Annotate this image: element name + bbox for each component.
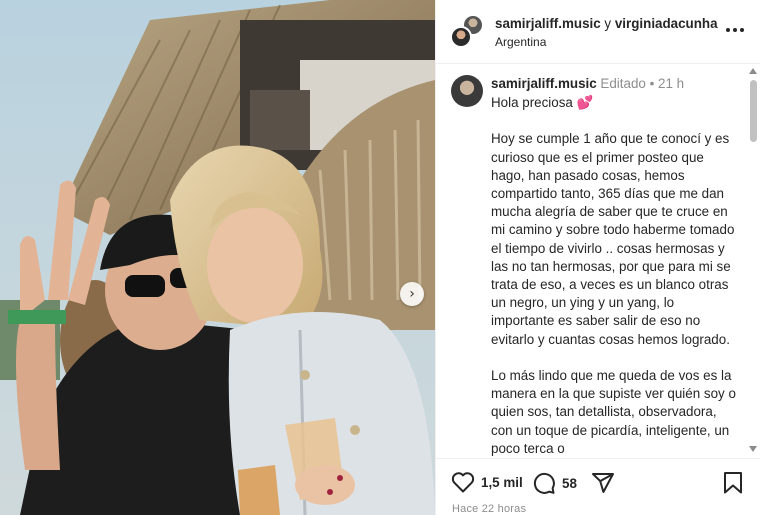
caption-text: Hola preciosa 💕 Hoy se cumple 1 año que … [491,94,736,458]
meta-separator: • [649,76,655,91]
two-hearts-icon: 💕 [576,95,594,110]
save-button[interactable] [723,471,743,495]
chevron-right-icon: › [409,286,415,302]
edited-label: Editado [600,76,646,91]
author-link-samirjaliff[interactable]: samirjaliff.music [495,16,601,31]
post-timestamp[interactable]: Hace 22 horas [452,503,526,515]
carousel-next-button[interactable]: › [400,282,424,306]
like-button[interactable]: 1,5 mil [451,471,523,493]
like-count[interactable]: 1,5 mil [481,475,523,490]
more-horizontal-icon [740,28,744,32]
post-authors: samirjaliff.music y virginiadacunha [495,16,718,31]
avatar [450,26,472,48]
comment-count: 58 [562,475,577,491]
comments-area[interactable]: samirjaliff.music Editado • 21 h Hola pr… [436,65,760,458]
post-header: samirjaliff.music y virginiadacunha Arge… [436,0,760,64]
post-side-panel: samirjaliff.music y virginiadacunha Arge… [435,0,760,515]
caption-header: samirjaliff.music Editado • 21 h [491,76,684,91]
caption-author-link[interactable]: samirjaliff.music [491,76,597,91]
instagram-post-modal: › samirjaliff.music y virginiadacunha Ar… [0,0,760,515]
bookmark-icon [724,472,742,494]
scroll-down-arrow-icon[interactable] [749,446,757,452]
share-button[interactable] [591,471,615,495]
scroll-up-arrow-icon[interactable] [749,68,757,74]
comment-icon [533,472,555,494]
share-icon [592,473,614,493]
caption-paragraph-1: Hoy se cumple 1 año que te conocí y es c… [491,131,739,347]
more-horizontal-icon [726,28,730,32]
heart-icon [451,472,475,493]
author-connector: y [604,16,612,31]
comment-button[interactable]: 58 [532,471,577,495]
caption-paragraph-2: Lo más lindo que me queda de vos es la m… [491,368,740,456]
post-actions: 1,5 mil 58 Hace 22 horas [436,458,760,515]
post-location[interactable]: Argentina [495,35,546,49]
photo-illustration [0,0,435,515]
scrollbar-thumb[interactable] [750,80,757,142]
post-photo[interactable]: › [0,0,435,515]
collab-avatars[interactable] [450,14,484,48]
comments-scrollbar[interactable] [745,65,760,458]
caption-greeting: Hola preciosa [491,95,573,110]
more-horizontal-icon [733,28,737,32]
more-options-button[interactable] [722,20,748,40]
avatar[interactable] [451,75,483,107]
author-link-virginiadacunha[interactable]: virginiadacunha [615,16,718,31]
caption-time[interactable]: 21 h [658,76,684,91]
